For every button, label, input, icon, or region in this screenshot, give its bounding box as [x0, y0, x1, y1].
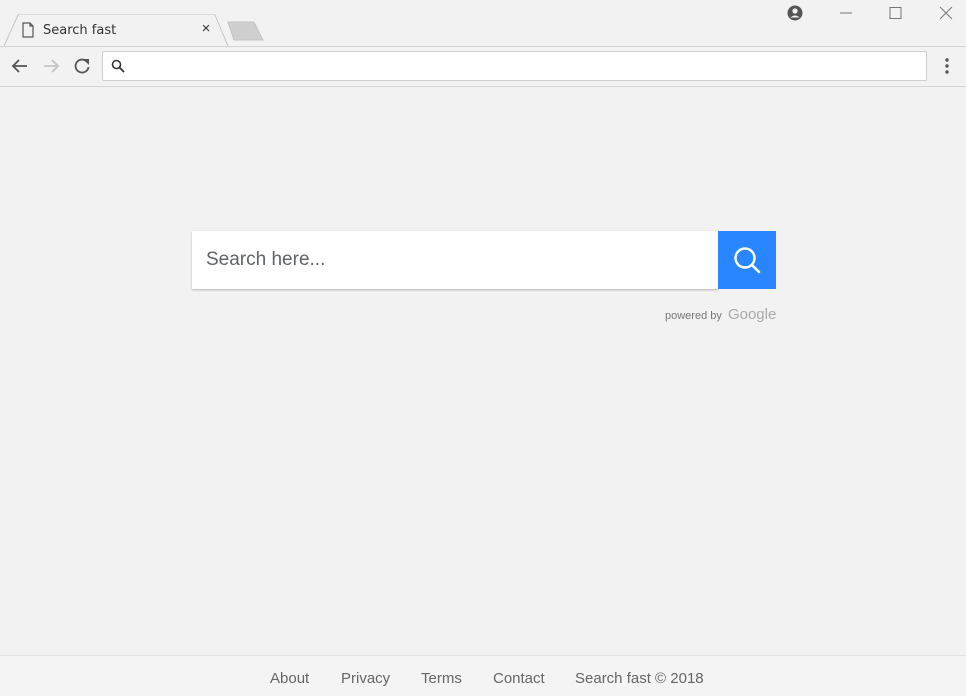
- account-circle-icon[interactable]: [785, 3, 805, 23]
- footer-copyright: Search fast © 2018: [575, 670, 704, 687]
- tab-shape: [4, 14, 229, 46]
- footer-link-privacy[interactable]: Privacy: [341, 670, 390, 687]
- address-bar[interactable]: [102, 51, 927, 81]
- browser-tab[interactable]: Search fast ×: [4, 14, 229, 46]
- close-icon[interactable]: [936, 3, 956, 23]
- powered-by-label: powered by: [665, 310, 722, 322]
- footer-link-terms[interactable]: Terms: [421, 670, 462, 687]
- reload-icon[interactable]: [72, 56, 92, 76]
- arrow-right-icon[interactable]: [41, 56, 61, 76]
- address-input[interactable]: [131, 55, 911, 77]
- page-icon: [22, 22, 34, 38]
- search-icon: [734, 247, 761, 274]
- tab-title: Search fast: [43, 23, 117, 38]
- footer-link-contact[interactable]: Contact: [493, 670, 545, 687]
- browser-toolbar: [0, 46, 966, 87]
- search-box: [192, 231, 718, 289]
- arrow-left-icon[interactable]: [10, 56, 30, 76]
- footer-link-about[interactable]: About: [270, 670, 309, 687]
- minimize-icon[interactable]: [836, 3, 856, 23]
- search-button[interactable]: [718, 231, 776, 289]
- google-logo: Google: [727, 306, 777, 323]
- maximize-icon[interactable]: [885, 3, 905, 23]
- footer: About Privacy Terms Contact Search fast …: [0, 655, 966, 696]
- more-vert-icon[interactable]: [938, 56, 956, 76]
- title-bar: Search fast ×: [0, 0, 966, 46]
- tab-close-button[interactable]: ×: [199, 20, 213, 38]
- powered-by-google: powered by Google: [665, 306, 776, 323]
- search-input[interactable]: [206, 231, 706, 289]
- search-icon: [111, 59, 125, 73]
- new-tab-icon[interactable]: [226, 21, 264, 41]
